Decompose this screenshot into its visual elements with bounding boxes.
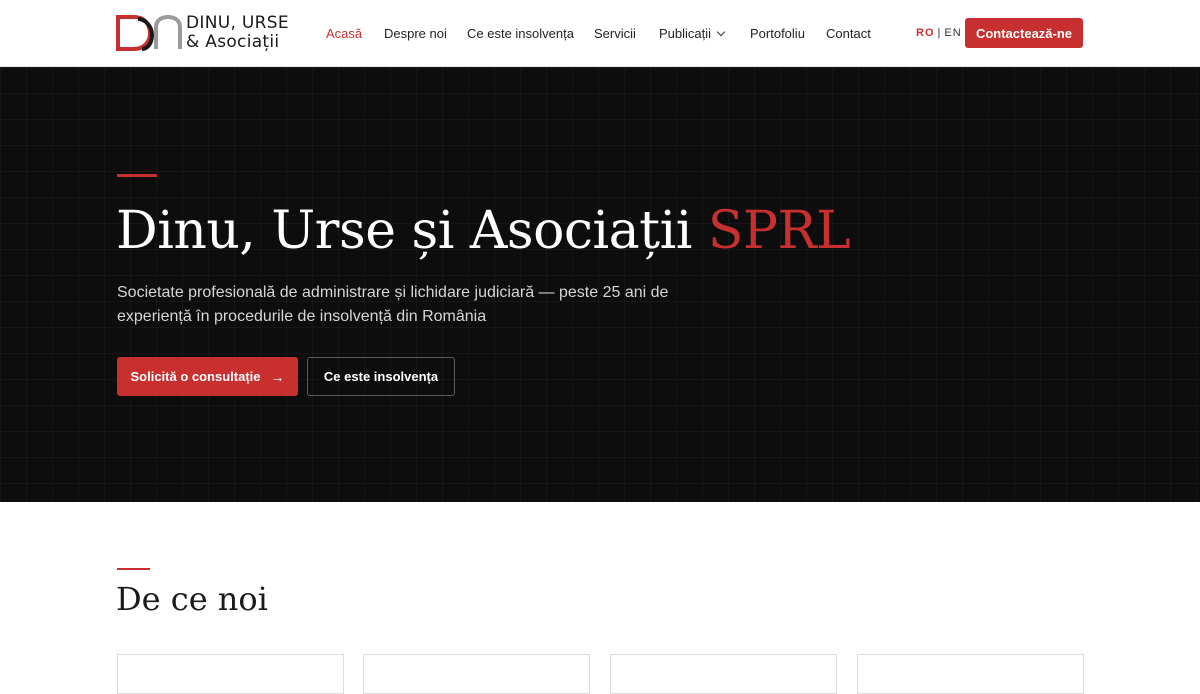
lang-ro[interactable]: RO — [916, 27, 935, 39]
logo-line-1: DINU, URSE — [186, 13, 289, 33]
request-consultation-button[interactable]: Solicită o consultație → — [117, 357, 298, 396]
feature-card — [857, 654, 1084, 694]
language-switcher: RO | EN — [916, 27, 962, 39]
nav-publications-label: Publicații — [659, 26, 712, 41]
feature-card — [363, 654, 590, 694]
arrow-right-icon: → — [270, 368, 285, 385]
lang-en[interactable]: EN — [944, 27, 961, 39]
feature-card — [610, 654, 837, 694]
logo-line-2: & Asociații — [186, 32, 280, 52]
hero-subtitle: Societate profesională de administrare ș… — [117, 284, 669, 325]
hero-section: Dinu, Urse și Asociații SPRL Societate p… — [0, 67, 1200, 502]
nav-insolvency[interactable]: Ce este insolvența — [467, 26, 574, 41]
nav-services[interactable]: Servicii — [594, 26, 636, 41]
nav-about[interactable]: Despre noi — [384, 26, 447, 41]
request-consultation-label: Solicită o consultație — [130, 369, 261, 384]
hero-accent-rule — [117, 174, 157, 177]
hero-title-accent: SPRL — [707, 201, 851, 261]
nav-contact[interactable]: Contact — [826, 26, 871, 41]
nav-home[interactable]: Acasă — [326, 26, 362, 41]
nav-portfolio[interactable]: Portofoliu — [750, 26, 805, 41]
hero-title: Dinu, Urse și Asociații SPRL — [116, 200, 851, 262]
logo[interactable]: DINU, URSE & Asociații — [116, 12, 289, 54]
section-accent-rule — [117, 568, 150, 570]
contact-button[interactable]: Contactează-ne — [965, 18, 1083, 48]
section-title: De ce noi — [116, 580, 268, 618]
lang-separator: | — [937, 27, 942, 39]
logo-mark-icon — [116, 14, 182, 51]
what-is-insolvency-button[interactable]: Ce este insolvența — [307, 357, 455, 396]
nav-publications[interactable]: Publicații — [659, 26, 726, 41]
chevron-down-icon — [716, 27, 726, 37]
feature-card — [117, 654, 344, 694]
site-header: DINU, URSE & Asociații Acasă Despre noi … — [0, 0, 1200, 67]
hero-title-main: Dinu, Urse și Asociații — [116, 201, 692, 261]
